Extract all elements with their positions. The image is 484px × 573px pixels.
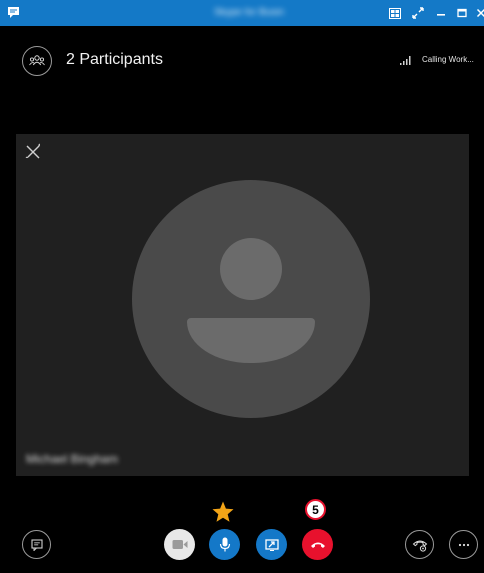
- call-header: 2 Participants Calling Work...: [0, 26, 484, 96]
- close-button[interactable]: [472, 4, 484, 22]
- conversation-app-icon: [8, 7, 19, 18]
- avatar-body: [187, 318, 315, 363]
- call-controls-icon: [412, 540, 427, 552]
- call-status-text: Calling Work...: [422, 55, 474, 64]
- hang-up-button[interactable]: [302, 529, 333, 560]
- hang-up-icon: [310, 542, 325, 548]
- fullscreen-icon: [412, 7, 424, 19]
- call-controls-bar: 5: [0, 496, 484, 573]
- minimize-button[interactable]: [432, 4, 450, 22]
- fullscreen-button[interactable]: [409, 4, 427, 22]
- minimize-icon: [437, 14, 445, 16]
- layout-button[interactable]: [386, 4, 404, 22]
- layout-icon: [389, 7, 401, 19]
- participants-button[interactable]: [22, 46, 52, 76]
- maximize-button[interactable]: [453, 4, 471, 22]
- share-screen-icon: [264, 538, 279, 551]
- microphone-button[interactable]: [209, 529, 240, 560]
- window-title: Skype for Business: [214, 8, 284, 18]
- im-icon: [30, 538, 43, 551]
- call-controls-button[interactable]: [405, 530, 434, 559]
- title-bar: Skype for Business: [0, 0, 484, 26]
- signal-strength-icon: [400, 56, 411, 65]
- mic-muted-icon: [25, 143, 41, 159]
- more-options-icon: [458, 543, 469, 546]
- more-options-button[interactable]: [449, 530, 478, 559]
- participants-icon: [29, 55, 45, 66]
- im-button[interactable]: [22, 530, 51, 559]
- microphone-icon: [219, 537, 230, 551]
- video-icon: [172, 540, 187, 549]
- video-button[interactable]: [164, 529, 195, 560]
- video-stage: Michael Bingham: [16, 134, 469, 476]
- share-screen-button[interactable]: [256, 529, 287, 560]
- close-icon: [476, 8, 484, 18]
- avatar-head: [220, 238, 282, 300]
- caller-name-label: Michael Bingham: [26, 452, 119, 466]
- star-icon: [212, 501, 234, 522]
- contact-avatar: [132, 180, 370, 418]
- notification-badge: 5: [305, 499, 326, 520]
- maximize-icon: [457, 8, 467, 18]
- participants-count-label[interactable]: 2 Participants: [66, 51, 163, 69]
